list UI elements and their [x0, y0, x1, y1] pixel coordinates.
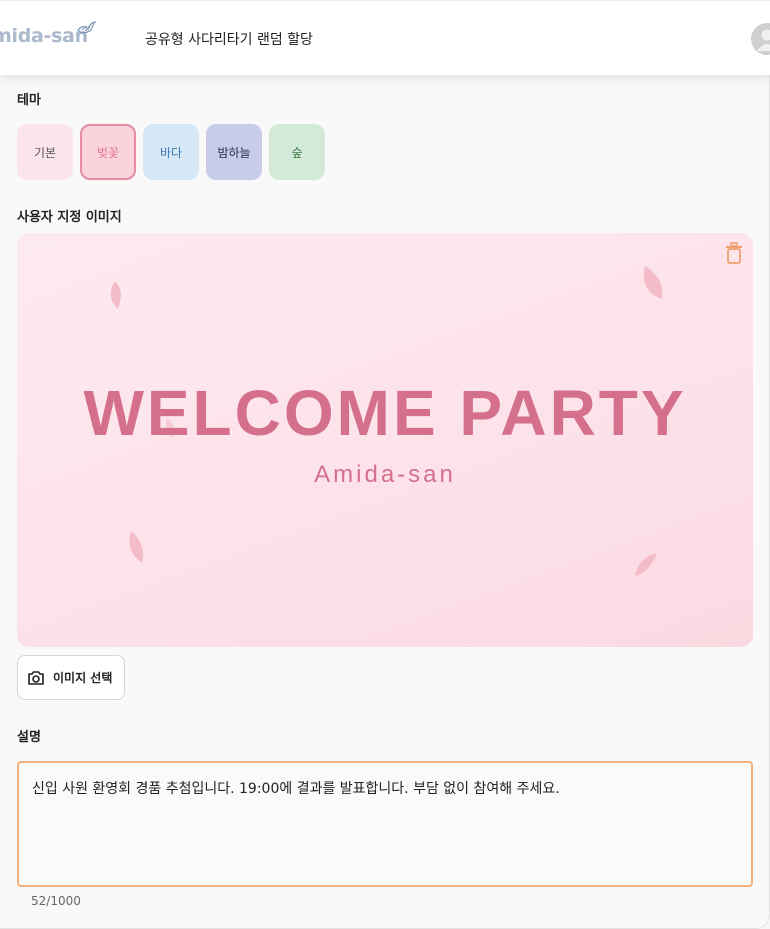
trash-icon[interactable] [723, 241, 745, 265]
camera-icon [28, 670, 44, 685]
theme-option-night-sky[interactable]: 밤하늘 [206, 124, 262, 180]
banner-title: WELCOME PARTY [83, 377, 687, 449]
app-logo[interactable]: mida-san [0, 25, 88, 47]
custom-image-label: 사용자 지정 이미지 [17, 210, 122, 225]
settings-card: mida-san 공유형 사다리타기 랜덤 할당 테마 기본 벚꽃 바다 밤하늘… [0, 0, 770, 929]
select-image-button[interactable]: 이미지 선택 [17, 655, 125, 700]
theme-option-forest[interactable]: 숲 [269, 124, 325, 180]
description-char-counter: 52/1000 [31, 894, 81, 908]
app-header: mida-san 공유형 사다리타기 랜덤 할당 [0, 0, 770, 75]
description-label: 설명 [17, 730, 41, 745]
app-title: 공유형 사다리타기 랜덤 할당 [145, 32, 313, 48]
theme-option-cherry-blossom[interactable]: 벚꽃 [80, 124, 136, 180]
person-icon [757, 29, 770, 51]
banner-subtitle: Amida-san [314, 461, 456, 488]
user-avatar-icon[interactable] [751, 23, 770, 55]
custom-image-preview: WELCOME PARTY Amida-san [17, 233, 753, 647]
theme-option-default[interactable]: 기본 [17, 124, 73, 180]
theme-option-ocean[interactable]: 바다 [143, 124, 199, 180]
bird-logo-icon [77, 21, 96, 34]
description-textarea[interactable]: 신입 사원 환영회 경품 추첨입니다. 19:00에 결과를 발표합니다. 부담… [17, 761, 753, 887]
select-image-label: 이미지 선택 [53, 671, 113, 685]
theme-label: 테마 [17, 93, 41, 108]
